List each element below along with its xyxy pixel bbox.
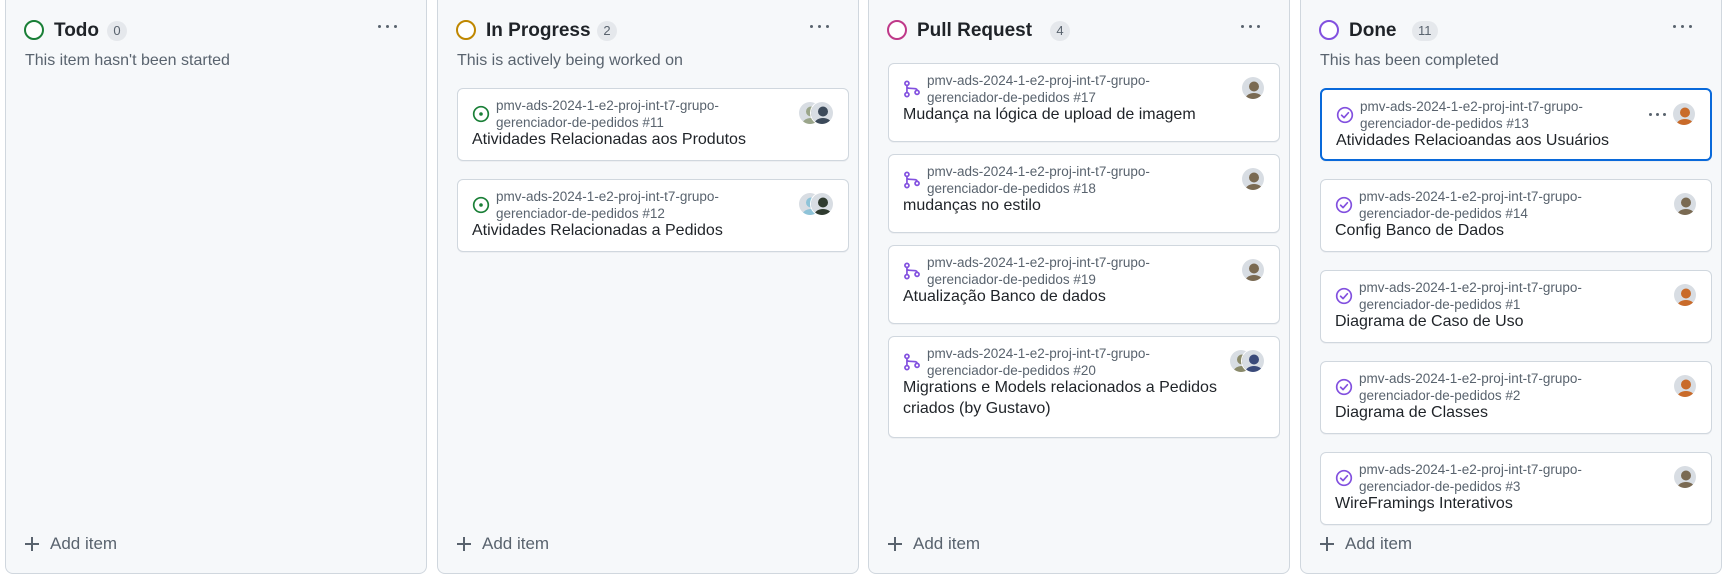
add-item-label: Add item [913, 534, 981, 553]
assignee-avatars [1672, 102, 1696, 126]
card-list [25, 0, 417, 529]
plus-icon [1320, 537, 1334, 551]
pull-request-icon [903, 80, 921, 98]
avatar[interactable] [810, 101, 834, 125]
issue-card[interactable]: pmv-ads-2024-1-e2-proj-int-t7-grupo-gere… [888, 245, 1280, 324]
assignee-avatars [1241, 258, 1265, 282]
more-dot [1649, 113, 1652, 116]
issue-card[interactable]: pmv-ads-2024-1-e2-proj-int-t7-grupo-gere… [457, 179, 849, 252]
avatar[interactable] [810, 192, 834, 216]
column-in-progress: In Progress 2 This is actively being worke… [437, 0, 859, 574]
column-pull-request: Pull Request 4 pmv-ads-2024-1-e2-proj-int-… [868, 0, 1290, 574]
pull-request-icon [903, 262, 921, 280]
avatar[interactable] [1673, 192, 1697, 216]
add-item-button[interactable]: Add item [1320, 533, 1480, 563]
card-repo-reference[interactable]: pmv-ads-2024-1-e2-proj-int-t7-grupo-gere… [1359, 461, 1621, 495]
issue-card[interactable]: pmv-ads-2024-1-e2-proj-int-t7-grupo-gere… [1320, 452, 1712, 525]
add-item-button[interactable]: Add item [25, 533, 185, 563]
card-repo-reference[interactable]: pmv-ads-2024-1-e2-proj-int-t7-grupo-gere… [927, 72, 1189, 106]
add-item-button[interactable]: Add item [888, 533, 1048, 563]
card-title[interactable]: Atualização Banco de dados [903, 286, 1239, 307]
column-done: Done 11 This has been completed pmv-ads-202… [1300, 0, 1722, 574]
card-list: pmv-ads-2024-1-e2-proj-int-t7-grupo-gere… [888, 0, 1280, 529]
issue-card[interactable]: pmv-ads-2024-1-e2-proj-int-t7-grupo-gere… [888, 154, 1280, 233]
issue-closed-icon [1336, 106, 1354, 124]
assignee-avatars [1673, 374, 1697, 398]
assignee-avatars [1673, 283, 1697, 307]
issue-open-icon [472, 196, 490, 214]
assignee-avatars [1673, 465, 1697, 489]
issue-card[interactable]: pmv-ads-2024-1-e2-proj-int-t7-grupo-gere… [1320, 270, 1712, 343]
card-repo-reference[interactable]: pmv-ads-2024-1-e2-proj-int-t7-grupo-gere… [1359, 188, 1621, 222]
card-title[interactable]: Migrations e Models relacionados a Pedid… [903, 377, 1239, 419]
card-title[interactable]: Config Banco de Dados [1335, 220, 1671, 241]
avatar[interactable] [1241, 349, 1265, 373]
avatar[interactable] [1673, 283, 1697, 307]
add-item-label: Add item [50, 534, 118, 553]
more-dot [1663, 113, 1666, 116]
add-item-label: Add item [1345, 534, 1413, 553]
card-list: pmv-ads-2024-1-e2-proj-int-t7-grupo-gere… [1320, 0, 1712, 529]
more-dot [1656, 113, 1659, 116]
card-title[interactable]: Atividades Relacioandas aos Usuários [1336, 130, 1670, 151]
assignee-avatars [1229, 349, 1265, 373]
pull-request-icon [903, 171, 921, 189]
add-item-label: Add item [482, 534, 550, 553]
card-title[interactable]: Atividades Relacionadas aos Produtos [472, 129, 808, 150]
card-repo-reference[interactable]: pmv-ads-2024-1-e2-proj-int-t7-grupo-gere… [927, 163, 1189, 197]
column-todo: Todo 0 This item hasn't been started Add it… [5, 0, 427, 574]
assignee-avatars [1673, 192, 1697, 216]
avatar[interactable] [1673, 465, 1697, 489]
assignee-avatars [1241, 167, 1265, 191]
plus-icon [457, 537, 471, 551]
assignee-avatars [798, 101, 834, 125]
card-repo-reference[interactable]: pmv-ads-2024-1-e2-proj-int-t7-grupo-gere… [1359, 370, 1621, 404]
issue-closed-icon [1335, 196, 1353, 214]
issue-closed-icon [1335, 469, 1353, 487]
card-list: pmv-ads-2024-1-e2-proj-int-t7-grupo-gere… [457, 0, 849, 529]
issue-closed-icon [1335, 287, 1353, 305]
avatar[interactable] [1673, 374, 1697, 398]
assignee-avatars [798, 192, 834, 216]
avatar[interactable] [1672, 102, 1696, 126]
add-item-button[interactable]: Add item [457, 533, 617, 563]
card-title[interactable]: Diagrama de Caso de Uso [1335, 311, 1671, 332]
card-title[interactable]: Mudança na lógica de upload de imagem [903, 104, 1239, 125]
card-repo-reference[interactable]: pmv-ads-2024-1-e2-proj-int-t7-grupo-gere… [927, 254, 1189, 288]
issue-card[interactable]: pmv-ads-2024-1-e2-proj-int-t7-grupo-gere… [1320, 361, 1712, 434]
issue-card[interactable]: pmv-ads-2024-1-e2-proj-int-t7-grupo-gere… [457, 88, 849, 161]
pull-request-icon [903, 353, 921, 371]
card-repo-reference[interactable]: pmv-ads-2024-1-e2-proj-int-t7-grupo-gere… [1360, 98, 1620, 132]
issue-card[interactable]: pmv-ads-2024-1-e2-proj-int-t7-grupo-gere… [888, 336, 1280, 438]
card-title[interactable]: Atividades Relacionadas a Pedidos [472, 220, 808, 241]
issue-card[interactable]: pmv-ads-2024-1-e2-proj-int-t7-grupo-gere… [888, 63, 1280, 142]
card-repo-reference[interactable]: pmv-ads-2024-1-e2-proj-int-t7-grupo-gere… [496, 188, 758, 222]
avatar[interactable] [1241, 167, 1265, 191]
project-board: Todo 0 This item hasn't been started Add it… [5, 0, 1723, 574]
avatar[interactable] [1241, 258, 1265, 282]
issue-closed-icon [1335, 378, 1353, 396]
assignee-avatars [1241, 76, 1265, 100]
card-title[interactable]: WireFramings Interativos [1335, 493, 1671, 514]
issue-card[interactable]: pmv-ads-2024-1-e2-proj-int-t7-grupo-gere… [1320, 179, 1712, 252]
card-repo-reference[interactable]: pmv-ads-2024-1-e2-proj-int-t7-grupo-gere… [927, 345, 1189, 379]
card-repo-reference[interactable]: pmv-ads-2024-1-e2-proj-int-t7-grupo-gere… [1359, 279, 1621, 313]
card-title[interactable]: mudanças no estilo [903, 195, 1239, 216]
plus-icon [25, 537, 39, 551]
issue-card[interactable]: pmv-ads-2024-1-e2-proj-int-t7-grupo-gere… [1320, 88, 1712, 161]
plus-icon [888, 537, 902, 551]
card-title[interactable]: Diagrama de Classes [1335, 402, 1671, 423]
avatar[interactable] [1241, 76, 1265, 100]
issue-open-icon [472, 105, 490, 123]
card-more-button[interactable] [1646, 112, 1670, 118]
card-repo-reference[interactable]: pmv-ads-2024-1-e2-proj-int-t7-grupo-gere… [496, 97, 758, 131]
